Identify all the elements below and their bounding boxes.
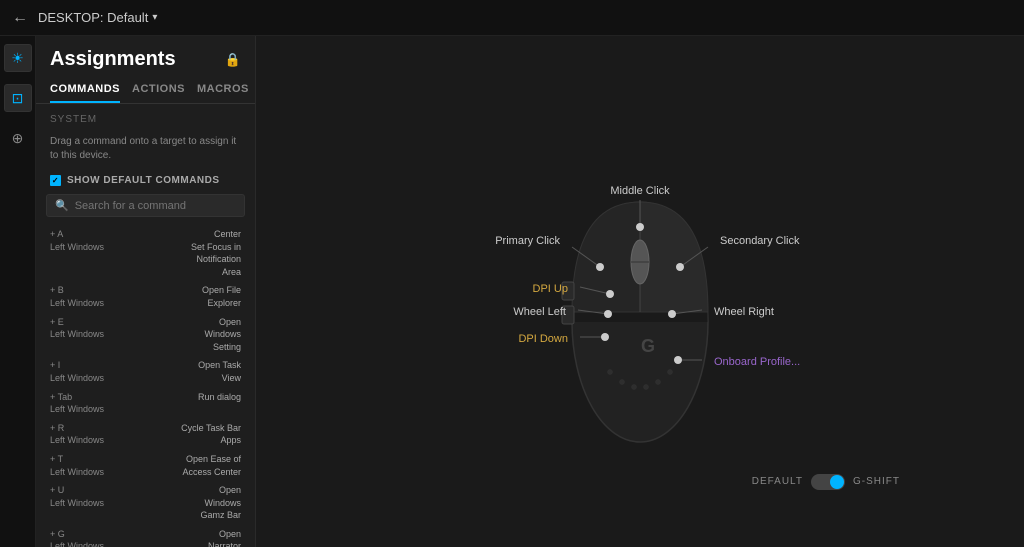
svg-text:G: G bbox=[641, 336, 655, 356]
list-item[interactable]: + ELeft Windows OpenWindowsSetting bbox=[40, 313, 251, 357]
svg-text:Onboard Profile...: Onboard Profile... bbox=[714, 356, 800, 368]
svg-text:DPI Down: DPI Down bbox=[518, 333, 568, 345]
sidebar-item-assignments[interactable]: ⊡ bbox=[4, 84, 32, 112]
list-item[interactable]: + TabLeft Windows Run dialog bbox=[40, 388, 251, 419]
sidebar-header: Assignments 🔒 bbox=[36, 36, 255, 79]
gshift-label: G-SHIFT bbox=[853, 476, 900, 487]
svg-text:Secondary Click: Secondary Click bbox=[720, 235, 800, 247]
svg-text:Wheel Right: Wheel Right bbox=[714, 306, 774, 318]
tab-macros[interactable]: MACROS bbox=[197, 79, 249, 103]
tab-actions[interactable]: ACTIONS bbox=[132, 79, 185, 103]
svg-text:Primary Click: Primary Click bbox=[495, 235, 560, 247]
svg-text:DPI Up: DPI Up bbox=[533, 283, 568, 295]
commands-list[interactable]: + ALeft Windows CenterSet Focus inNotifi… bbox=[36, 225, 255, 547]
list-item[interactable]: + RLeft Windows Cycle Task BarApps bbox=[40, 419, 251, 450]
mouse-diagram: G Middle Click Primary Click bbox=[340, 82, 940, 502]
lock-icon: 🔒 bbox=[225, 52, 241, 68]
search-input[interactable] bbox=[75, 200, 236, 212]
chevron-down-icon[interactable]: ▾ bbox=[152, 12, 157, 23]
back-button[interactable]: ← bbox=[12, 9, 28, 27]
page-title: Assignments bbox=[50, 48, 176, 71]
bottom-bar: DEFAULT G-SHIFT bbox=[752, 474, 900, 490]
list-item[interactable]: + BLeft Windows Open FileExplorer bbox=[40, 281, 251, 312]
main-layout: ☀ ⊡ ⊕ Assignments 🔒 COMMANDS ACTIONS MAC… bbox=[0, 36, 1024, 547]
search-icon: 🔍 bbox=[55, 199, 69, 212]
system-label: SYSTEM bbox=[36, 110, 255, 131]
icon-bar: ☀ ⊡ ⊕ bbox=[0, 36, 36, 547]
topbar: ← DESKTOP: Default ▾ bbox=[0, 0, 1024, 36]
list-item[interactable]: + ULeft Windows OpenWindowsGamz Bar bbox=[40, 481, 251, 525]
tabs-bar: COMMANDS ACTIONS MACROS bbox=[36, 79, 255, 104]
list-item[interactable]: + ALeft Windows CenterSet Focus inNotifi… bbox=[40, 225, 251, 281]
list-item[interactable]: + GLeft Windows+ Ctrl + Enter OpenNarrat… bbox=[40, 525, 251, 547]
list-item[interactable]: + TLeft Windows Open Ease ofAccess Cente… bbox=[40, 450, 251, 481]
toggle-knob bbox=[830, 475, 844, 489]
svg-text:Middle Click: Middle Click bbox=[610, 185, 670, 197]
search-box[interactable]: 🔍 bbox=[46, 194, 245, 217]
main-content: G Middle Click Primary Click bbox=[256, 36, 1024, 547]
show-defaults[interactable]: ✓ SHOW DEFAULT COMMANDS bbox=[36, 171, 255, 194]
svg-text:Wheel Left: Wheel Left bbox=[513, 306, 566, 318]
toggle-switch[interactable] bbox=[811, 474, 845, 490]
sidebar-item-lighting[interactable]: ☀ bbox=[4, 44, 32, 72]
tab-commands[interactable]: COMMANDS bbox=[50, 79, 120, 103]
sidebar: Assignments 🔒 COMMANDS ACTIONS MACROS SY… bbox=[36, 36, 256, 547]
topbar-title: DESKTOP: Default ▾ bbox=[38, 10, 157, 25]
toggle-track[interactable] bbox=[811, 474, 845, 490]
default-label: DEFAULT bbox=[752, 476, 803, 487]
list-item[interactable]: + ILeft Windows Open TaskView bbox=[40, 356, 251, 387]
checkbox-icon: ✓ bbox=[50, 175, 61, 186]
drag-hint: Drag a command onto a target to assign i… bbox=[36, 131, 255, 171]
sidebar-item-settings[interactable]: ⊕ bbox=[4, 124, 32, 152]
mouse-svg: G Middle Click Primary Click bbox=[340, 82, 940, 502]
